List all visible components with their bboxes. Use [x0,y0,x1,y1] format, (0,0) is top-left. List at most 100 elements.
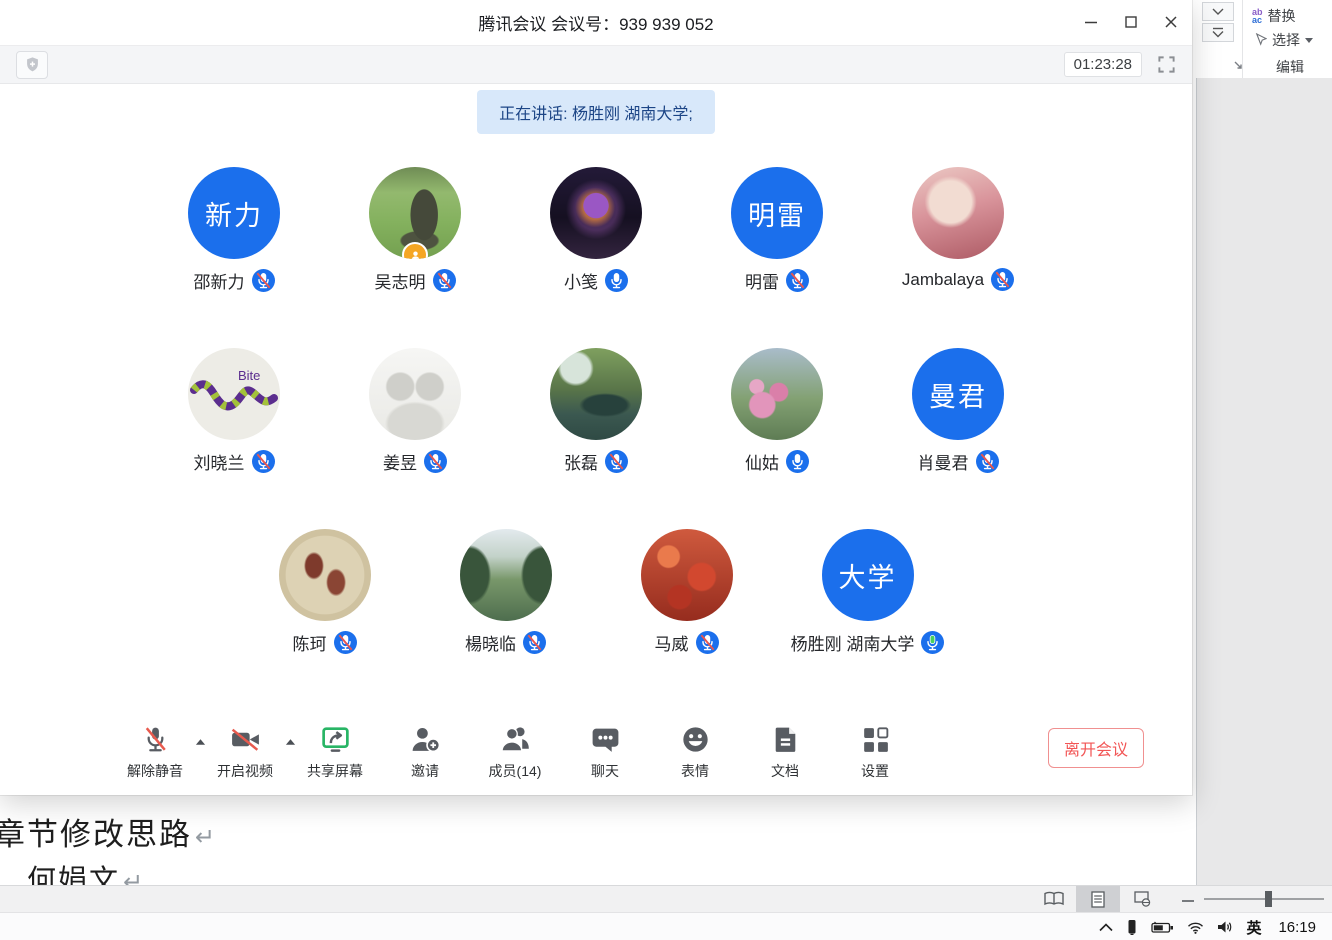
word-document-page: 章节修改思路↵ ： 何娟文↵ [0,795,1196,885]
svg-text:Bite: Bite [238,368,260,383]
taskbar-clock[interactable]: 16:19 [1278,919,1316,936]
maximize-button[interactable] [1114,8,1148,36]
settings-button[interactable]: 设置 [830,700,920,795]
avatar [731,348,823,440]
participant-tile[interactable]: Bite 刘晓兰 [144,348,325,474]
mic-on-icon [786,450,809,473]
word-page-surround [1196,78,1332,885]
mic-muted-icon [252,450,275,473]
share-screen-label: 共享屏幕 [307,761,363,781]
meeting-security-button[interactable] [16,51,48,79]
print-layout-button[interactable] [1076,886,1120,912]
participant-name: 马威 [655,630,689,655]
gallery-scroll-down-button[interactable] [1202,2,1234,21]
fullscreen-icon [1157,55,1176,74]
minimize-button[interactable] [1074,8,1108,36]
participant-name: 张磊 [564,449,598,474]
share-screen-button[interactable]: 共享屏幕 [290,700,380,795]
participant-row: 新力 邵新力 吴志明 小笺 明雷 明雷 [144,167,1049,293]
members-icon [499,723,532,756]
chat-button[interactable]: 聊天 [560,700,650,795]
unmute-label: 解除静音 [127,761,183,781]
invite-button[interactable]: 邀请 [380,700,470,795]
participant-tile[interactable]: 新力 邵新力 [144,167,325,293]
maximize-icon [1121,12,1141,32]
person-icon [410,250,421,260]
documents-button[interactable]: 文档 [740,700,830,795]
avatar-initials: 新力 [205,194,263,233]
speaker-icon[interactable] [1217,920,1233,934]
fullscreen-button[interactable] [1157,55,1176,74]
unmute-button[interactable]: 解除静音 [110,700,200,795]
active-speaker-banner: 正在讲话: 杨胜刚 湖南大学; [477,90,715,134]
mic-muted-icon [252,269,275,292]
emoji-button[interactable]: 表情 [650,700,740,795]
meeting-titlebar: 腾讯会议 会议号：939 939 052 [0,0,1192,45]
replace-button[interactable]: ab ac 替换 [1252,6,1296,26]
participant-tile[interactable]: 小笺 [506,167,687,293]
participant-tile[interactable]: 仙姑 [687,348,868,474]
chat-label: 聊天 [591,761,619,781]
avatar [369,348,461,440]
mic-muted-icon [696,631,719,654]
avatar [460,529,552,621]
mic-muted-icon [786,269,809,292]
web-layout-icon [1134,891,1151,907]
paragraph-mark: ↵ [195,824,217,851]
input-language-indicator[interactable]: 英 [1246,917,1261,938]
participant-tile[interactable]: 陈珂 [234,529,415,655]
zoom-slider-handle[interactable] [1265,891,1272,907]
style-gallery-scroll [1202,2,1234,42]
meeting-infobar: 01:23:28 [0,45,1192,84]
close-icon [1161,12,1181,32]
zoom-out-button[interactable] [1182,890,1194,908]
members-button[interactable]: 成员(14) [470,700,560,795]
participant-tile[interactable]: 马威 [596,529,777,655]
avatar [550,167,642,259]
web-layout-button[interactable] [1120,886,1164,912]
avatar [279,529,371,621]
wifi-icon[interactable] [1187,921,1204,934]
mic-muted-icon [334,631,357,654]
minimize-icon [1081,12,1101,32]
invite-icon [409,723,442,756]
select-button[interactable]: 选择 [1254,30,1313,50]
meeting-toolbar: 解除静音 开启视频 共享屏幕 [0,700,1192,795]
participant-name: 仙姑 [745,449,779,474]
mic-muted-icon [523,631,546,654]
zoom-slider[interactable] [1204,898,1324,900]
word-status-bar [0,885,1332,913]
participant-tile[interactable]: 吴志明 [325,167,506,293]
dialog-launcher-icon [1232,59,1244,71]
settings-label: 设置 [861,761,889,781]
participant-tile[interactable]: 明雷 明雷 [687,167,868,293]
dialog-launcher-button[interactable] [1232,58,1244,76]
participant-name: 吴志明 [375,268,426,293]
participant-tile[interactable]: 楊晓临 [415,529,596,655]
participant-tile[interactable]: 大学 杨胜刚 湖南大学 [777,529,958,655]
participant-name: 姜昱 [383,449,417,474]
device-icon[interactable] [1126,919,1138,935]
emoji-label: 表情 [681,761,709,781]
shield-plus-icon [25,56,40,73]
avatar [641,529,733,621]
edit-group-label: 编辑 [1252,57,1328,77]
participant-tile[interactable]: 张磊 [506,348,687,474]
gallery-more-button[interactable] [1202,23,1234,42]
participant-tile[interactable]: Jambalaya [868,167,1049,293]
participant-name: 陈珂 [293,630,327,655]
participant-tile[interactable]: 姜昱 [325,348,506,474]
guest-badge [402,242,428,259]
read-mode-button[interactable] [1032,886,1076,912]
meeting-window: 腾讯会议 会议号：939 939 052 01:23:28 [0,0,1192,795]
battery-charging-icon[interactable] [1151,921,1174,934]
participant-tile[interactable]: 曼君 肖曼君 [868,348,1049,474]
close-button[interactable] [1154,8,1188,36]
participant-name: 楊晓临 [465,630,516,655]
document-text: ： 何娟文 [0,865,120,885]
mic-muted-icon [605,450,628,473]
show-hidden-icons-chevron[interactable] [1099,923,1113,932]
leave-meeting-button[interactable]: 离开会议 [1048,728,1144,768]
chevron-more-icon [1212,27,1224,38]
start-video-button[interactable]: 开启视频 [200,700,290,795]
